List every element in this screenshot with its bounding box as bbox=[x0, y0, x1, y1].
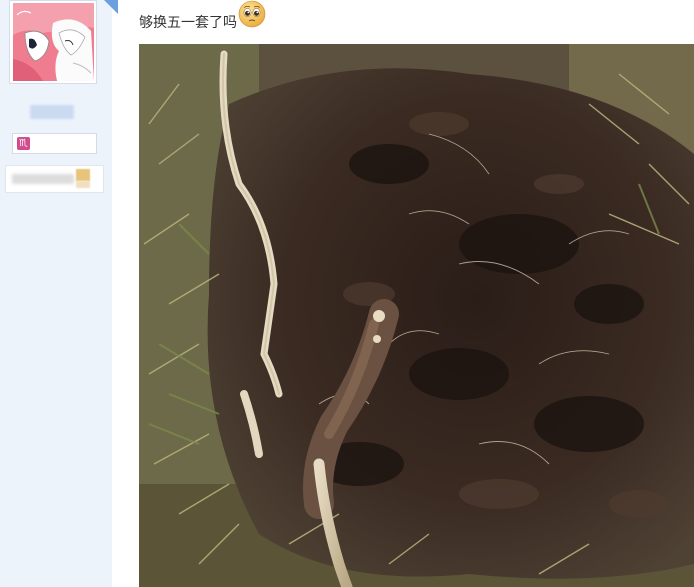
anime-avatar-icon bbox=[13, 3, 94, 81]
corner-fold-icon bbox=[104, 0, 118, 14]
user-level-badge[interactable] bbox=[5, 165, 104, 193]
level-label-blurred bbox=[12, 174, 74, 184]
zodiac-badge: ♏ bbox=[12, 133, 97, 154]
level-medal-icon bbox=[76, 169, 90, 181]
author-sidebar: ♏ bbox=[0, 0, 118, 587]
scorpio-icon: ♏ bbox=[17, 137, 30, 150]
post-text: 够换五一套了吗 bbox=[139, 15, 237, 31]
author-avatar[interactable] bbox=[9, 0, 97, 84]
pleading-face-emoji-icon bbox=[238, 0, 266, 28]
level-medal-base bbox=[76, 181, 90, 188]
post-image-soil-root[interactable] bbox=[139, 44, 694, 587]
author-name-blurred[interactable] bbox=[30, 105, 74, 119]
